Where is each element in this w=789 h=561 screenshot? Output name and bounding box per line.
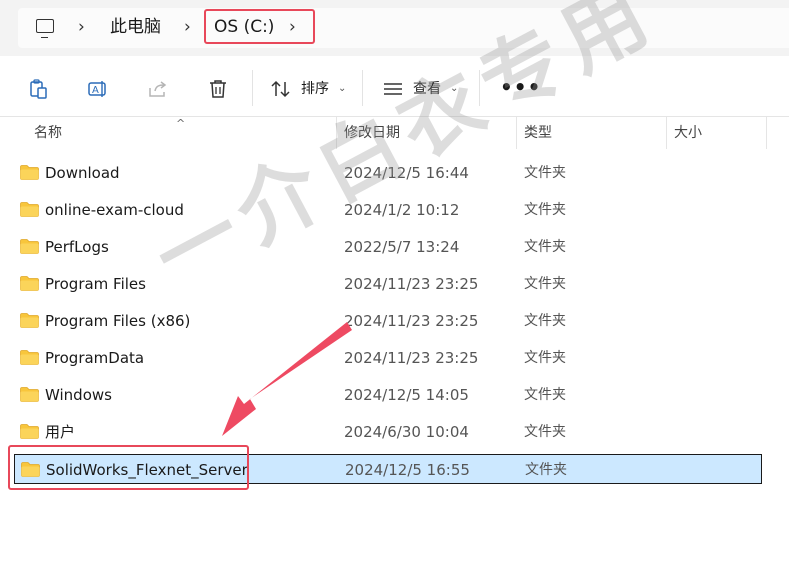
command-bar: A 排序 ⌄ 查看 ⌄ ••• [0,56,789,117]
view-icon[interactable] [382,78,404,100]
share-icon[interactable] [147,78,169,100]
column-header-type[interactable]: 类型 [524,124,552,142]
chevron-down-icon[interactable]: ⌄ [450,83,458,94]
file-type: 文件夹 [524,202,566,218]
file-row[interactable]: online-exam-cloud 2024/1/2 10:12 文件夹 [14,195,762,225]
file-row[interactable]: Download 2024/12/5 16:44 文件夹 [14,158,762,188]
file-modified: 2024/12/5 14:05 [344,386,469,404]
file-modified: 2024/1/2 10:12 [344,201,460,219]
file-name: Windows [45,386,112,404]
file-modified: 2024/11/23 23:25 [344,312,479,330]
file-name: Program Files [45,275,146,293]
view-button[interactable]: 查看 [413,80,441,98]
toolbar-divider [252,70,253,106]
folder-icon [20,165,39,180]
clipboard-icon[interactable] [27,78,49,100]
folder-icon [20,387,39,402]
address-bar: › 此电脑 › OS (C:) › [0,0,789,56]
breadcrumb-separator[interactable]: › [184,16,191,38]
chevron-down-icon[interactable]: ⌄ [338,83,346,94]
file-type: 文件夹 [524,387,566,403]
column-resizer[interactable] [336,117,337,149]
file-modified: 2024/6/30 10:04 [344,423,469,441]
file-row[interactable]: ProgramData 2024/11/23 23:25 文件夹 [14,343,762,373]
folder-icon [20,424,39,439]
file-modified: 2022/5/7 13:24 [344,238,460,256]
file-name: online-exam-cloud [45,201,184,219]
file-name: ProgramData [45,349,145,367]
rename-icon[interactable]: A [87,78,109,100]
column-header-size[interactable]: 大小 [674,124,702,142]
file-modified: 2024/12/5 16:44 [344,164,469,182]
column-resizer[interactable] [516,117,517,149]
highlight-box-breadcrumb [204,9,315,44]
file-type: 文件夹 [524,350,566,366]
file-row[interactable]: 用户 2024/6/30 10:04 文件夹 [14,417,762,447]
file-type: 文件夹 [524,276,566,292]
column-resizer[interactable] [766,117,767,149]
highlight-box-selected-folder [8,445,249,490]
column-resizer[interactable] [666,117,667,149]
file-type: 文件夹 [524,424,566,440]
delete-icon[interactable] [207,78,229,100]
file-row[interactable]: Program Files (x86) 2024/11/23 23:25 文件夹 [14,306,762,336]
file-type: 文件夹 [524,313,566,329]
file-modified: 2024/11/23 23:25 [344,275,479,293]
computer-icon[interactable] [36,19,54,38]
file-modified: 2024/11/23 23:25 [344,349,479,367]
sort-ascending-icon: ^ [176,117,186,130]
file-row[interactable]: Windows 2024/12/5 14:05 文件夹 [14,380,762,410]
file-row[interactable]: PerfLogs 2022/5/7 13:24 文件夹 [14,232,762,262]
column-header-row: ^ 名称 修改日期 类型 大小 [0,117,789,149]
toolbar-divider [362,70,363,106]
file-name: Download [45,164,120,182]
file-type: 文件夹 [524,165,566,181]
sort-icon[interactable] [270,78,292,100]
more-options-button[interactable]: ••• [500,77,541,97]
file-name: Program Files (x86) [45,312,191,330]
file-name: 用户 [45,423,76,441]
breadcrumb-separator[interactable]: › [78,16,85,38]
column-header-name[interactable]: 名称 [34,124,62,142]
folder-icon [20,276,39,291]
folder-icon [20,350,39,365]
file-row[interactable]: Program Files 2024/11/23 23:25 文件夹 [14,269,762,299]
folder-icon [20,313,39,328]
sort-button[interactable]: 排序 [301,80,329,98]
folder-icon [20,239,39,254]
column-header-modified[interactable]: 修改日期 [344,124,400,142]
folder-icon [20,202,39,217]
breadcrumb-this-pc[interactable]: 此电脑 [110,16,161,38]
svg-text:A: A [92,85,99,96]
file-name: PerfLogs [45,238,109,256]
file-modified: 2024/12/5 16:55 [345,461,470,479]
file-type: 文件夹 [524,239,566,255]
toolbar-divider [479,70,480,106]
file-type: 文件夹 [525,462,567,478]
